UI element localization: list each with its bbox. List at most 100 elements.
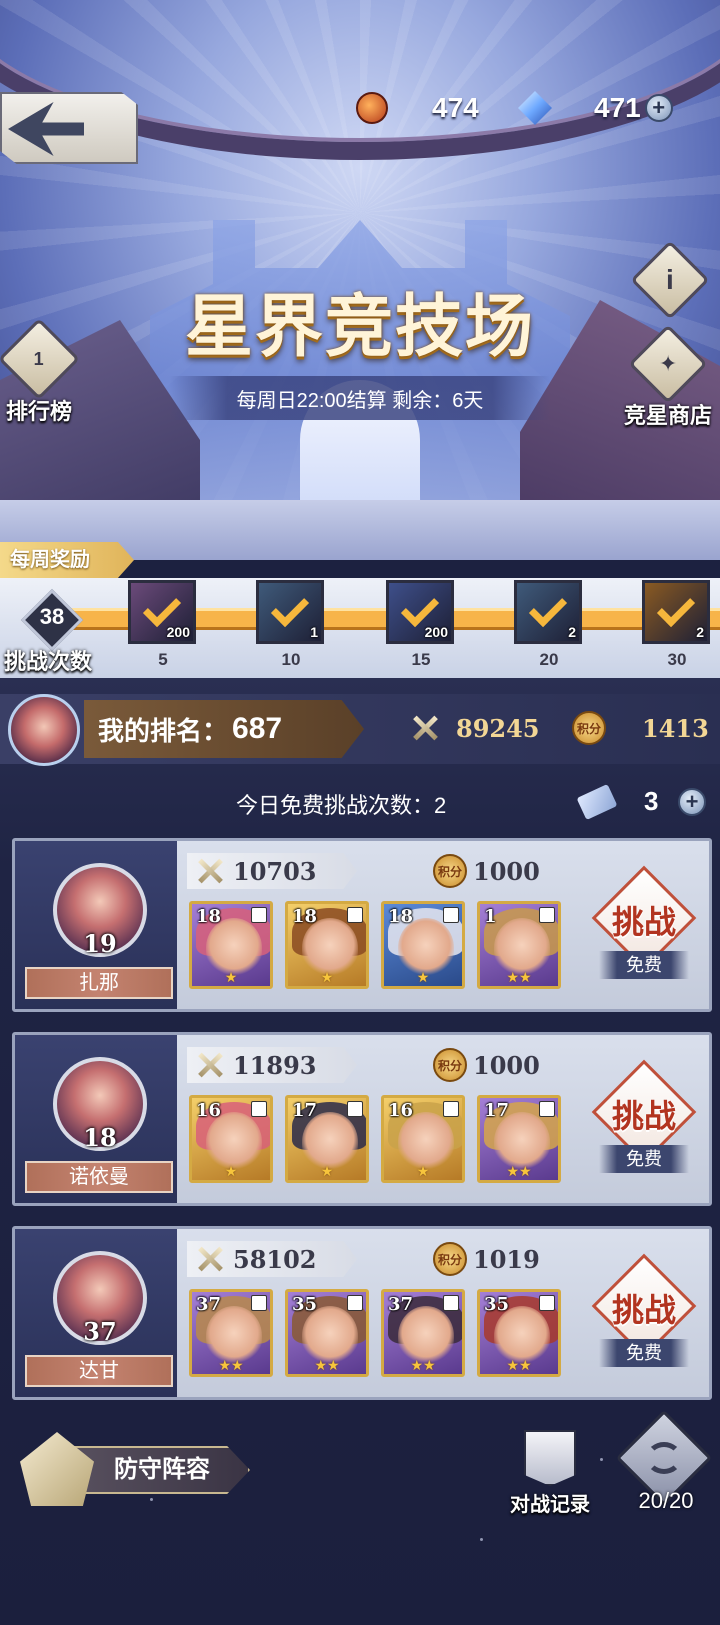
hero-star-icon: ★ [320,969,334,985]
info-button[interactable]: i [630,240,710,320]
reward-qty: 200 [424,624,448,640]
star-shop-icon: ✦ [628,324,708,404]
my-power: 89245 [410,713,540,743]
challenge-button[interactable]: 挑战 免费 [589,865,699,985]
hero-level: 37 [388,1294,414,1315]
hero-level: 37 [196,1294,222,1315]
hero-star-icon: ★ [224,1163,238,1179]
opponent-card-2: 18 诺依曼 11893 积分 1000 16 ★ 17 ★ 16 ★ 17 ★… [12,1032,712,1206]
hero-class-icon [251,1295,267,1311]
opponent-name: 扎那 [25,967,173,999]
hero-class-icon [443,1295,459,1311]
arena-screen: 474 471 + 星界竞技场 每周日22:00结算 剩余：6天 1 排行榜 i… [0,0,720,1625]
hero-portrait[interactable]: 18 ★ [285,901,369,989]
my-rank-value: 687 [232,712,283,745]
challenge-ticket-icon [576,783,618,821]
challenge-count-label: 挑战次数 [4,649,93,674]
hero-star-icon: ★★ [506,969,532,985]
my-rank-label: 我的排名： [98,715,229,746]
reward-milestone-15[interactable]: 200 15 [386,580,456,670]
hero-level: 35 [292,1294,318,1315]
hero-class-icon [443,907,459,923]
refresh-opponents-button[interactable]: 20/20 [615,1409,716,1522]
opponent-level: 37 [83,1317,117,1346]
reward-chest: 1 [256,580,324,644]
hero-portrait[interactable]: 18 ★ [381,901,465,989]
reward-chest: 2 [514,580,582,644]
hero-level: 18 [196,906,222,927]
reward-milestone-10[interactable]: 1 10 [256,580,326,670]
hero-class-icon [347,1295,363,1311]
challenge-label: 挑战 [611,1292,676,1328]
hero-class-icon [539,1101,555,1117]
hero-portrait[interactable]: 16 ★ [381,1095,465,1183]
hero-portrait[interactable]: 17 ★ [285,1095,369,1183]
hero-star-icon: ★★ [314,1357,340,1373]
battle-record-button[interactable]: 对战记录 [500,1422,600,1522]
reward-chest: 200 [128,580,196,644]
reward-qty: 1 [310,624,318,640]
reward-milestone-5[interactable]: 200 5 [128,580,198,670]
claimed-check-icon [528,588,568,628]
bg-star [480,1538,483,1541]
reward-qty: 2 [568,624,576,640]
crossed-swords-icon [410,713,440,743]
opponent-power: 58102 [187,1241,357,1277]
reward-milestone-30[interactable]: 2 30 [642,580,712,670]
hero-level: 18 [292,906,318,927]
hero-portrait[interactable]: 35 ★★ [285,1289,369,1377]
battle-record-label: 对战记录 [510,1494,590,1516]
claimed-check-icon [142,588,182,628]
leaderboard-button[interactable]: 1 排行榜 [0,317,81,426]
opponent-score-value: 1000 [473,856,540,886]
hero-portrait[interactable]: 35 ★★ [477,1289,561,1377]
free-challenge-row: 今日免费挑战次数：2 3 + [0,780,720,824]
hero-class-icon [539,1295,555,1311]
opponent-power: 11893 [187,1047,357,1083]
challenge-cost: 免费 [599,1145,689,1173]
opponent-power-value: 58102 [233,1244,317,1274]
hero-level: 16 [388,1100,414,1121]
refresh-arrows-icon [646,1442,682,1474]
hero-portrait[interactable]: 37 ★★ [381,1289,465,1377]
reward-chest: 2 [642,580,710,644]
title-wrap: 星界竞技场 [160,270,560,370]
add-ticket-button[interactable]: + [678,788,706,816]
scroll-token-icon [356,92,388,124]
hero-portrait[interactable]: 17 ★★ [477,1095,561,1183]
opponent-name: 诺依曼 [25,1161,173,1193]
hero-portrait[interactable]: 16 ★ [189,1095,273,1183]
reward-qty: 200 [166,624,190,640]
add-crystal-button[interactable]: + [644,94,673,122]
back-button[interactable] [0,92,138,164]
challenge-button[interactable]: 挑战 免费 [589,1059,699,1179]
opponent-team: 18 ★ 18 ★ 18 ★ 1 ★★ [189,901,561,991]
hero-level: 35 [484,1294,510,1315]
hero-star-icon: ★ [416,969,430,985]
hero-star-icon: ★★ [506,1163,532,1179]
settlement-countdown: 每周日22:00结算 剩余：6天 [170,376,550,420]
crossed-swords-icon [195,856,225,886]
defense-lineup-button[interactable]: 防守阵容 [20,1432,250,1506]
hero-portrait[interactable]: 1 ★★ [477,901,561,989]
challenge-button[interactable]: 挑战 免费 [589,1253,699,1373]
scroll-token-value: 474 [432,92,479,123]
reward-threshold: 5 [158,650,168,669]
reward-threshold: 20 [539,650,559,669]
hero-class-icon [539,907,555,923]
blue-crystal-icon [518,91,552,125]
opponent-team: 16 ★ 17 ★ 16 ★ 17 ★★ [189,1095,561,1185]
hero-portrait[interactable]: 18 ★ [189,901,273,989]
opponent-card-3: 37 达甘 58102 积分 1019 37 ★★ 35 ★★ 37 ★★ 35… [12,1226,712,1400]
shop-button[interactable]: ✦ 竞星商店 [624,324,712,430]
reward-milestone-20[interactable]: 2 20 [514,580,584,670]
opponent-score-value: 1000 [473,1050,540,1080]
hero-portrait[interactable]: 37 ★★ [189,1289,273,1377]
hero-star-icon: ★★ [506,1357,532,1373]
my-avatar[interactable] [8,694,80,766]
hero-star-icon: ★★ [410,1357,436,1373]
score-badge-icon: 积分 [572,711,606,745]
my-power-value: 89245 [456,713,540,743]
hero-class-icon [347,1101,363,1117]
currency-crystal: 471 + [518,88,673,128]
